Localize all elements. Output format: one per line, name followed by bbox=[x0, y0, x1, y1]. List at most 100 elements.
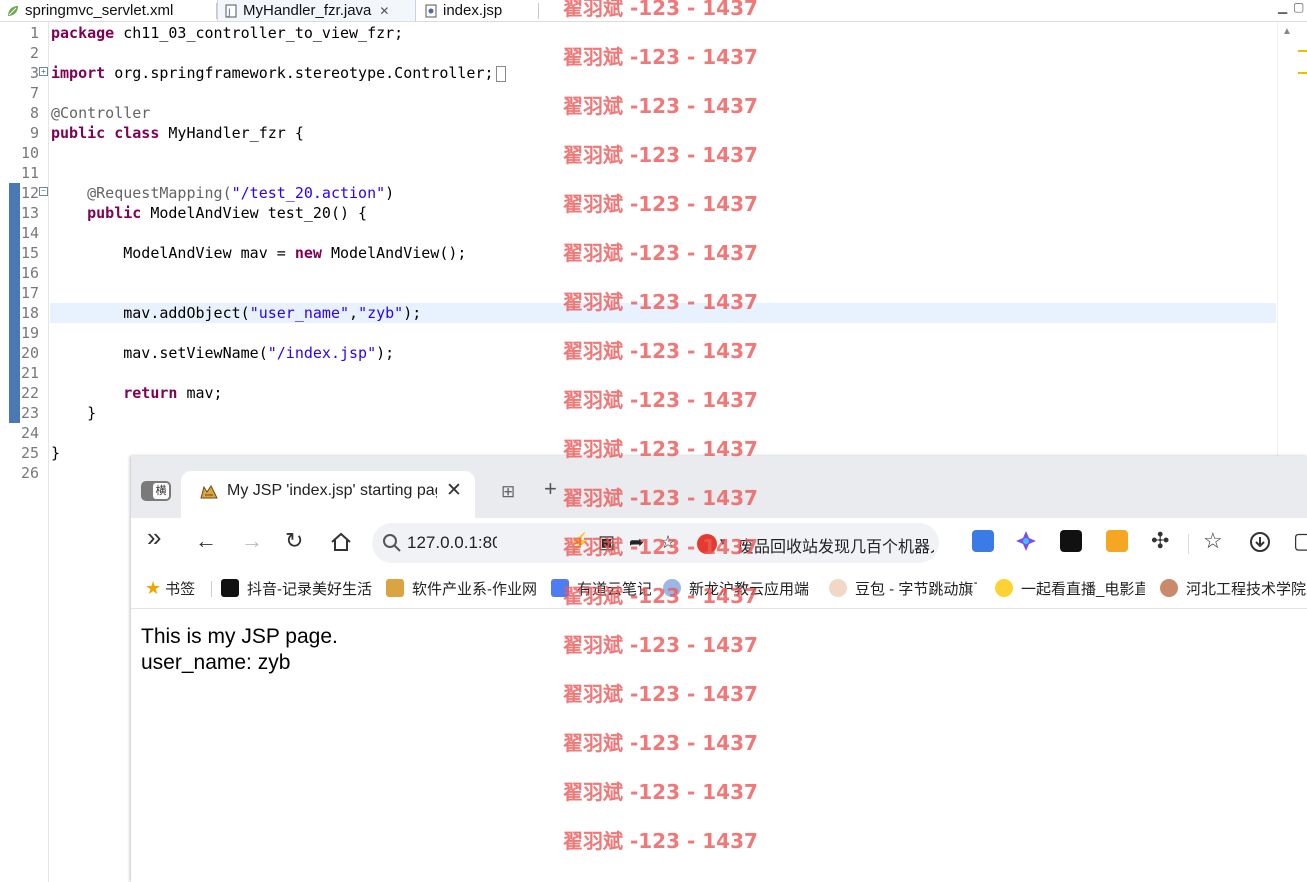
code-line[interactable]: } bbox=[51, 443, 60, 463]
watermark-text: 翟羽斌 -123 - 1437 bbox=[563, 682, 758, 706]
line-number: 24 bbox=[20, 424, 39, 442]
code-line[interactable]: } bbox=[51, 403, 96, 423]
watermark-text: 翟羽斌 -123 - 1437 bbox=[563, 45, 758, 69]
bookmark-item[interactable]: 抖音-记录美好生活 bbox=[221, 577, 373, 599]
line-number: 19 bbox=[20, 324, 39, 342]
line-number: 10 bbox=[20, 144, 39, 162]
page-text-line: This is my JSP page. bbox=[141, 625, 338, 648]
watermark-text: 翟羽斌 -123 - 1437 bbox=[563, 241, 758, 265]
code-line[interactable]: @RequestMapping("/test_20.action") bbox=[51, 183, 394, 203]
svg-text:J: J bbox=[227, 8, 231, 18]
scroll-up-arrow-icon[interactable]: ▲ bbox=[1282, 26, 1292, 37]
line-number: 13 bbox=[20, 204, 39, 222]
overview-ruler-mark[interactable] bbox=[1298, 72, 1307, 74]
line-number: 1 bbox=[29, 24, 39, 42]
java-file-icon: J bbox=[225, 4, 237, 18]
bookmark-item[interactable]: 一起看直播_电影直播 bbox=[995, 577, 1145, 599]
code-line[interactable]: import org.springframework.stereotype.Co… bbox=[51, 63, 506, 83]
line-number: 9 bbox=[29, 124, 39, 142]
bookmark-item[interactable]: ★ 书签 bbox=[145, 577, 205, 599]
line-number: 20 bbox=[20, 344, 39, 362]
back-button[interactable]: ← bbox=[195, 530, 217, 552]
close-tab-icon[interactable]: ✕ bbox=[446, 479, 462, 502]
expand-fold-icon[interactable]: + bbox=[39, 67, 48, 76]
code-line[interactable]: public ModelAndView test_20() { bbox=[51, 203, 367, 223]
browser-tab-active[interactable]: My JSP 'index.jsp' starting page ✕ bbox=[181, 471, 475, 518]
browser-tab-title: My JSP 'index.jsp' starting page bbox=[227, 482, 437, 499]
line-number: 12 bbox=[20, 184, 39, 202]
tab-divider bbox=[538, 3, 539, 19]
watermark-text: 翟羽斌 -123 - 1437 bbox=[563, 584, 758, 608]
search-icon bbox=[383, 534, 401, 552]
overview-ruler-mark[interactable] bbox=[1298, 50, 1307, 52]
tab-index-jsp[interactable]: index.jsp bbox=[418, 0, 538, 21]
code-line[interactable]: public class MyHandler_fzr { bbox=[51, 123, 304, 143]
download-icon[interactable] bbox=[1249, 531, 1271, 553]
tomcat-icon bbox=[386, 579, 404, 597]
watermark-text: 翟羽斌 -123 - 1437 bbox=[563, 731, 758, 755]
code-line[interactable]: mav.setViewName("/index.jsp"); bbox=[51, 343, 394, 363]
line-number: 14 bbox=[20, 224, 39, 242]
tab-myhandler-java[interactable]: J MyHandler_fzr.java ✕ bbox=[217, 0, 416, 21]
folded-imports-marker[interactable] bbox=[495, 65, 506, 82]
new-tab-button[interactable]: + bbox=[544, 476, 557, 502]
tomcat-favicon-icon bbox=[199, 483, 219, 501]
bookmark-item[interactable]: 河北工程技术学院 bbox=[1160, 577, 1307, 599]
ai-assistant-icon[interactable] bbox=[1015, 530, 1037, 552]
close-tab-icon[interactable]: ✕ bbox=[379, 4, 389, 18]
code-line[interactable]: @Controller bbox=[51, 103, 150, 123]
line-number: 3 bbox=[29, 64, 39, 82]
tab-groups-icon[interactable]: ⊞ bbox=[501, 482, 515, 502]
extension-icon[interactable] bbox=[1060, 530, 1082, 552]
files-extension-icon[interactable] bbox=[1106, 530, 1128, 552]
collapse-fold-icon[interactable]: − bbox=[39, 187, 48, 196]
watermark-text: 翟羽斌 -123 - 1437 bbox=[563, 486, 758, 510]
expand-chevron-icon[interactable]: » bbox=[147, 524, 161, 550]
line-number: 17 bbox=[20, 284, 39, 302]
menu-icon[interactable]: ▢ bbox=[1293, 530, 1307, 552]
maximize-icon[interactable]: ▢ bbox=[1293, 0, 1304, 14]
url-text[interactable]: 127.0.0.1:8080 bbox=[407, 533, 497, 553]
code-line[interactable]: mav.addObject("user_name","zyb"); bbox=[51, 303, 421, 323]
watermark-text: 翟羽斌 -123 - 1437 bbox=[563, 94, 758, 118]
line-number: 18 bbox=[20, 304, 39, 322]
jsp-file-icon bbox=[425, 4, 437, 17]
line-number: 22 bbox=[20, 384, 39, 402]
sidebar-toggle-button[interactable]: 横 bbox=[141, 481, 171, 501]
bookmark-item[interactable]: 豆包 - 字节跳动旗下 bbox=[829, 577, 977, 599]
line-number: 7 bbox=[29, 84, 39, 102]
watermark-text: 翟羽斌 -123 - 1437 bbox=[563, 633, 758, 657]
home-icon[interactable] bbox=[330, 532, 352, 552]
line-number: 26 bbox=[20, 464, 39, 482]
extensions-puzzle-icon[interactable]: ✣ bbox=[1151, 530, 1169, 552]
watermark-text: 翟羽斌 -123 - 1437 bbox=[563, 143, 758, 167]
code-line[interactable]: package ch11_03_controller_to_view_fzr; bbox=[51, 23, 403, 43]
browser-window: 横 My JSP 'index.jsp' starting page ✕ ⊞ +… bbox=[131, 456, 1307, 882]
translate-extension-icon[interactable] bbox=[972, 530, 994, 552]
tab-label: springmvc_servlet.xml bbox=[25, 2, 174, 19]
line-number: 2 bbox=[29, 44, 39, 62]
search-suggestion-text[interactable]: 废品回收站发现几百个机器人 bbox=[738, 533, 934, 557]
watermark-text: 翟羽斌 -123 - 1437 bbox=[563, 192, 758, 216]
bookmark-star-icon[interactable]: ☆ bbox=[1203, 530, 1223, 552]
watermark-text: 翟羽斌 -123 - 1437 bbox=[563, 437, 758, 461]
sidebar-toggle-label: 横 bbox=[153, 483, 169, 499]
code-line[interactable]: return mav; bbox=[51, 383, 222, 403]
xml-file-icon bbox=[8, 5, 18, 16]
watermark-text: 翟羽斌 -123 - 1437 bbox=[563, 780, 758, 804]
tab-springmvc-servlet-xml[interactable]: springmvc_servlet.xml bbox=[0, 0, 215, 21]
college-icon bbox=[1160, 579, 1178, 597]
bookmarks-divider bbox=[211, 581, 212, 597]
watermark-text: 翟羽斌 -123 - 1437 bbox=[563, 388, 758, 412]
minimize-icon[interactable]: ▁ bbox=[1278, 0, 1287, 14]
douyin-icon bbox=[221, 579, 239, 597]
reload-button[interactable]: ↻ bbox=[285, 530, 303, 552]
code-line[interactable]: ModelAndView mav = new ModelAndView(); bbox=[51, 243, 466, 263]
watermark-text: 翟羽斌 -123 - 1437 bbox=[563, 0, 758, 20]
bookmark-item[interactable]: 软件产业系-作业网 bbox=[386, 577, 538, 599]
line-number: 25 bbox=[20, 444, 39, 462]
line-number: 11 bbox=[20, 164, 39, 182]
toolbar-divider bbox=[1188, 534, 1189, 554]
line-number: 15 bbox=[20, 244, 39, 262]
forward-button[interactable]: → bbox=[241, 530, 263, 552]
